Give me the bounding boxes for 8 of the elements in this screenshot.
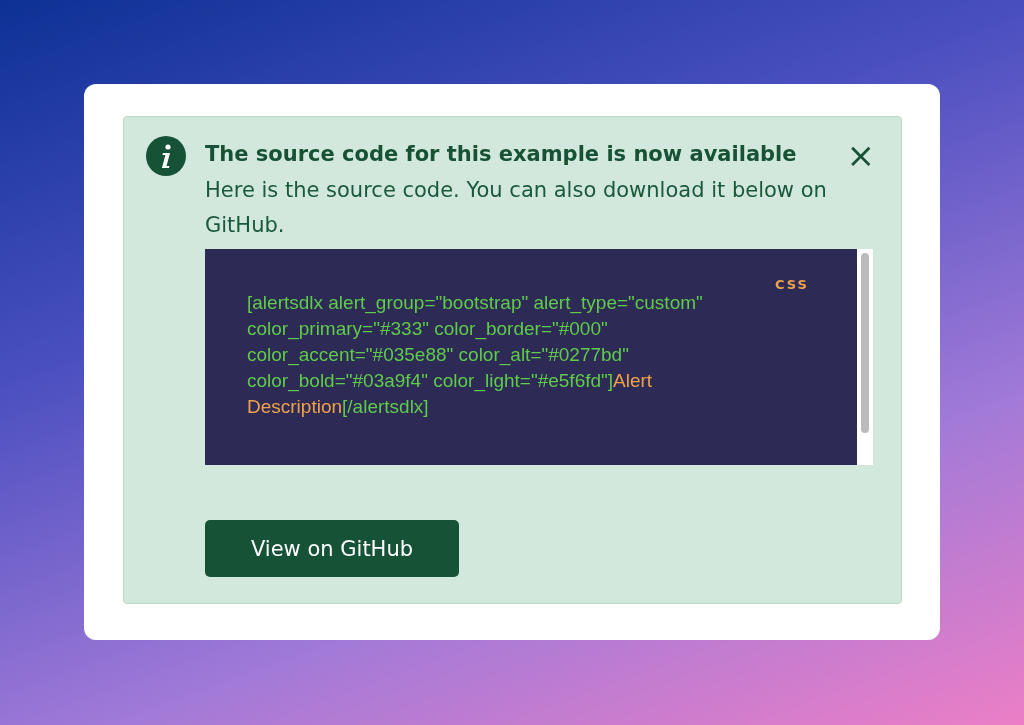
code-snippet: [alertsdlx alert_group="bootstrap" alert_type="custom" color_primary="#333" color_border="#000" color_accent="#035e88" color_alt="#0277bd" color_bold="#03a9f4" color_light="#e5f6fd"]Alert Description[/alertsdlx] — [247, 291, 704, 419]
alert-title: The source code for this example is now available — [205, 141, 797, 166]
close-button[interactable]: × — [846, 140, 875, 170]
github-button[interactable]: View on GitHub — [205, 520, 459, 577]
alert-message: Here is the source code. You can also download it below on GitHub. — [205, 177, 828, 239]
language-label: CSS — [775, 277, 809, 292]
scrollbar-thumb[interactable] — [861, 253, 869, 433]
info-icon — [146, 136, 186, 176]
